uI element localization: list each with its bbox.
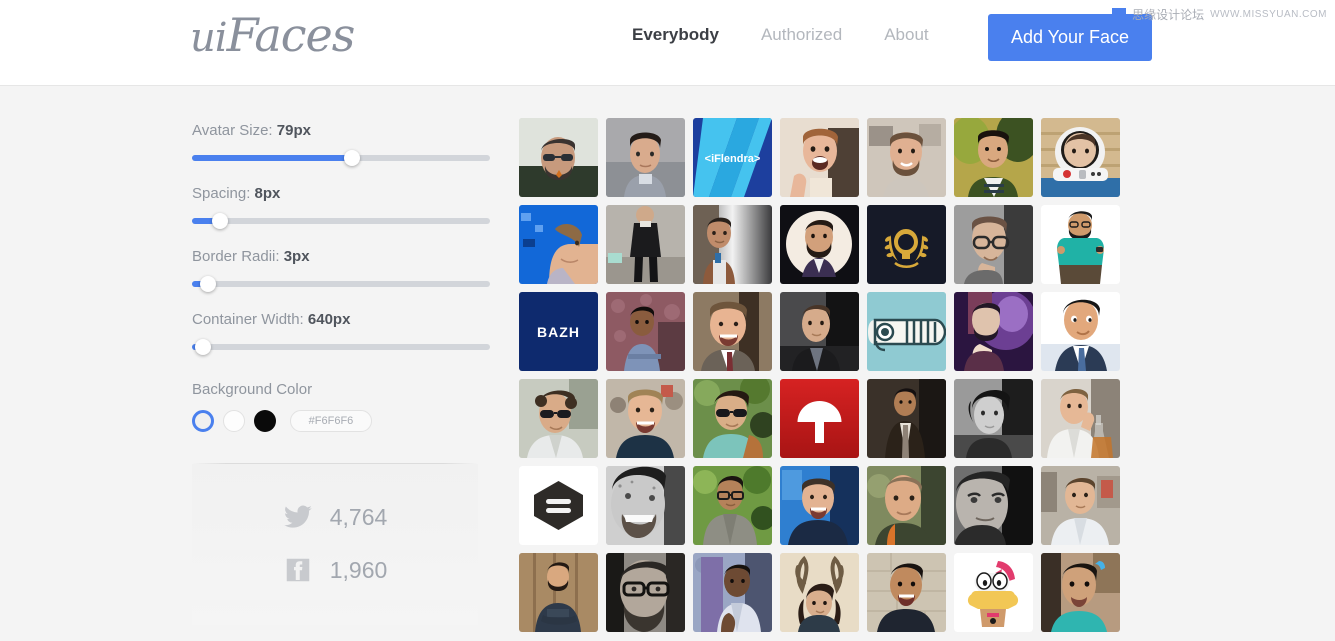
avatar-man-teal-shirt-indoor[interactable] xyxy=(1041,553,1120,632)
avatar-man-arms-crossed-wood[interactable] xyxy=(519,553,598,632)
control-container-width-label: Container Width: 640px xyxy=(192,311,351,328)
social-stats-panel: 4,764 1,960 xyxy=(192,464,478,625)
control-avatar-size: Avatar Size: 79px xyxy=(192,122,492,166)
main-navigation: Everybody Authorized About xyxy=(632,25,971,45)
avatar-man-suit-dark-background[interactable] xyxy=(867,379,946,458)
avatar-bearded-sunglasses-man[interactable] xyxy=(519,118,598,197)
stat-row-facebook: 1,960 xyxy=(192,555,478,585)
logo-ui-text: ui xyxy=(190,15,228,61)
control-border-radii-value: 3px xyxy=(283,248,310,265)
twitter-count: 4,764 xyxy=(329,503,388,530)
facebook-count: 1,960 xyxy=(329,556,388,583)
control-container-width-value: 640px xyxy=(307,311,351,328)
slider-track xyxy=(192,344,490,350)
swatch-default-selected[interactable] xyxy=(192,410,214,432)
slider-avatar-size[interactable] xyxy=(192,150,492,166)
slider-track xyxy=(192,281,490,287)
avatar-young-man-gradient-bg[interactable] xyxy=(693,205,772,284)
background-hex-input[interactable] xyxy=(290,410,372,432)
avatar-smiling-man-suit-indoor[interactable] xyxy=(693,292,772,371)
avatar-smiling-bearded-man[interactable] xyxy=(867,118,946,197)
avatar-man-blue-stage-profile[interactable] xyxy=(519,205,598,284)
avatar-red-umbrella-logo[interactable] xyxy=(780,379,859,458)
facebook-icon xyxy=(286,558,309,582)
avatar-man-purple-light-portrait[interactable] xyxy=(954,292,1033,371)
control-spacing-label: Spacing: 8px xyxy=(192,185,281,202)
avatar-person-black-coat-street[interactable] xyxy=(606,205,685,284)
background-color-label: Background Color xyxy=(192,381,313,398)
avatar-bazh-logo[interactable]: BAZH xyxy=(519,292,598,371)
watermark-mark-icon xyxy=(1112,7,1127,22)
control-border-radii-label: Border Radii: 3px xyxy=(192,248,310,265)
avatar-bald-man-outdoor-orange[interactable] xyxy=(867,466,946,545)
avatar-woman-antler-headdress[interactable] xyxy=(780,553,859,632)
avatar-man-glasses-green-trees[interactable] xyxy=(693,466,772,545)
avatar-smiling-young-man-wall[interactable] xyxy=(867,553,946,632)
slider-thumb[interactable] xyxy=(344,150,360,166)
watermark: 思缘设计论坛 WWW.MISSYUAN.COM xyxy=(1112,6,1327,23)
site-logo[interactable]: uiFaces xyxy=(190,8,356,62)
avatar-man-suit-patterned-bg[interactable] xyxy=(693,553,772,632)
control-container-width: Container Width: 640px xyxy=(192,311,492,355)
twitter-icon xyxy=(283,505,312,528)
page-body: Avatar Size: 79px Spacing: 8px Border Ra… xyxy=(0,86,1335,641)
avatar-astronaut-helmet-man[interactable] xyxy=(1041,118,1120,197)
site-header: uiFaces Everybody Authorized About Add Y… xyxy=(0,0,1335,86)
slider-thumb[interactable] xyxy=(195,339,211,355)
avatar-man-green-jacket-outdoor[interactable] xyxy=(954,118,1033,197)
avatar-laughing-man-bw[interactable] xyxy=(606,466,685,545)
watermark-text-cn: 思缘设计论坛 xyxy=(1132,8,1205,22)
avatar-bearded-man-glasses-bw[interactable] xyxy=(606,553,685,632)
control-spacing-value: 8px xyxy=(254,185,281,202)
avatar-monochrome-man-portrait[interactable] xyxy=(954,379,1033,458)
swatch-white[interactable] xyxy=(223,410,245,432)
avatar-cartoon-man-blue-suit[interactable] xyxy=(1041,292,1120,371)
avatar-bearded-man-circle-crop[interactable] xyxy=(780,205,859,284)
watermark-url: WWW.MISSYUAN.COM xyxy=(1210,9,1327,20)
svg-text:<iFlendra>: <iFlendra> xyxy=(705,153,761,165)
control-avatar-size-value: 79px xyxy=(276,122,311,139)
avatar-young-man-white-shirt[interactable] xyxy=(1041,466,1120,545)
avatar-excited-man-thumbs-up[interactable] xyxy=(780,118,859,197)
avatar-man-with-glasses-gray[interactable] xyxy=(954,205,1033,284)
slider-spacing[interactable] xyxy=(192,213,492,229)
slider-track xyxy=(192,218,490,224)
nav-item-everybody[interactable]: Everybody xyxy=(632,25,719,45)
control-avatar-size-label: Avatar Size: 79px xyxy=(192,122,311,139)
avatar-donald-duck-cartoon[interactable] xyxy=(954,553,1033,632)
avatar-smiling-man-indoor-crowd[interactable] xyxy=(606,379,685,458)
avatar-cartoon-man-teal-shirt[interactable] xyxy=(1041,205,1120,284)
background-color-section: Background Color xyxy=(192,381,492,432)
avatar-man-dark-studio-portrait[interactable] xyxy=(780,292,859,371)
controls-sidebar: Avatar Size: 79px Spacing: 8px Border Ra… xyxy=(192,122,492,625)
control-border-radii: Border Radii: 3px xyxy=(192,248,492,292)
avatar-young-man-gray-backdrop[interactable] xyxy=(606,118,685,197)
swatch-black[interactable] xyxy=(254,410,276,432)
slider-fill xyxy=(192,155,352,161)
avatar-man-closeup-dark-bw[interactable] xyxy=(954,466,1033,545)
slider-container-width[interactable] xyxy=(192,339,492,355)
slider-thumb[interactable] xyxy=(200,276,216,292)
avatar-man-lab-coat-flask[interactable] xyxy=(1041,379,1120,458)
control-spacing: Spacing: 8px xyxy=(192,185,492,229)
avatar-hexagon-dark-logo[interactable] xyxy=(519,466,598,545)
avatar-man-sunglasses-curly-hair[interactable] xyxy=(519,379,598,458)
avatar-smiling-man-blue-seat[interactable] xyxy=(780,466,859,545)
avatar-fish-illustration-teal[interactable] xyxy=(867,292,946,371)
avatar-man-sunglasses-greenery[interactable] xyxy=(693,379,772,458)
logo-faces-text: Faces xyxy=(226,8,356,62)
stat-row-twitter: 4,764 xyxy=(192,502,478,532)
slider-border-radii[interactable] xyxy=(192,276,492,292)
background-color-swatches xyxy=(192,410,492,432)
avatar-iflendra-logo[interactable]: <iFlendra> xyxy=(693,118,772,197)
nav-item-authorized[interactable]: Authorized xyxy=(761,25,842,45)
avatar-gold-laurel-emblem[interactable] xyxy=(867,205,946,284)
nav-item-about[interactable]: About xyxy=(884,25,928,45)
avatar-man-floral-wallpaper[interactable] xyxy=(606,292,685,371)
slider-thumb[interactable] xyxy=(212,213,228,229)
avatar-grid: <iFlendra> BAZH xyxy=(519,118,1120,632)
svg-text:BAZH: BAZH xyxy=(537,324,580,340)
